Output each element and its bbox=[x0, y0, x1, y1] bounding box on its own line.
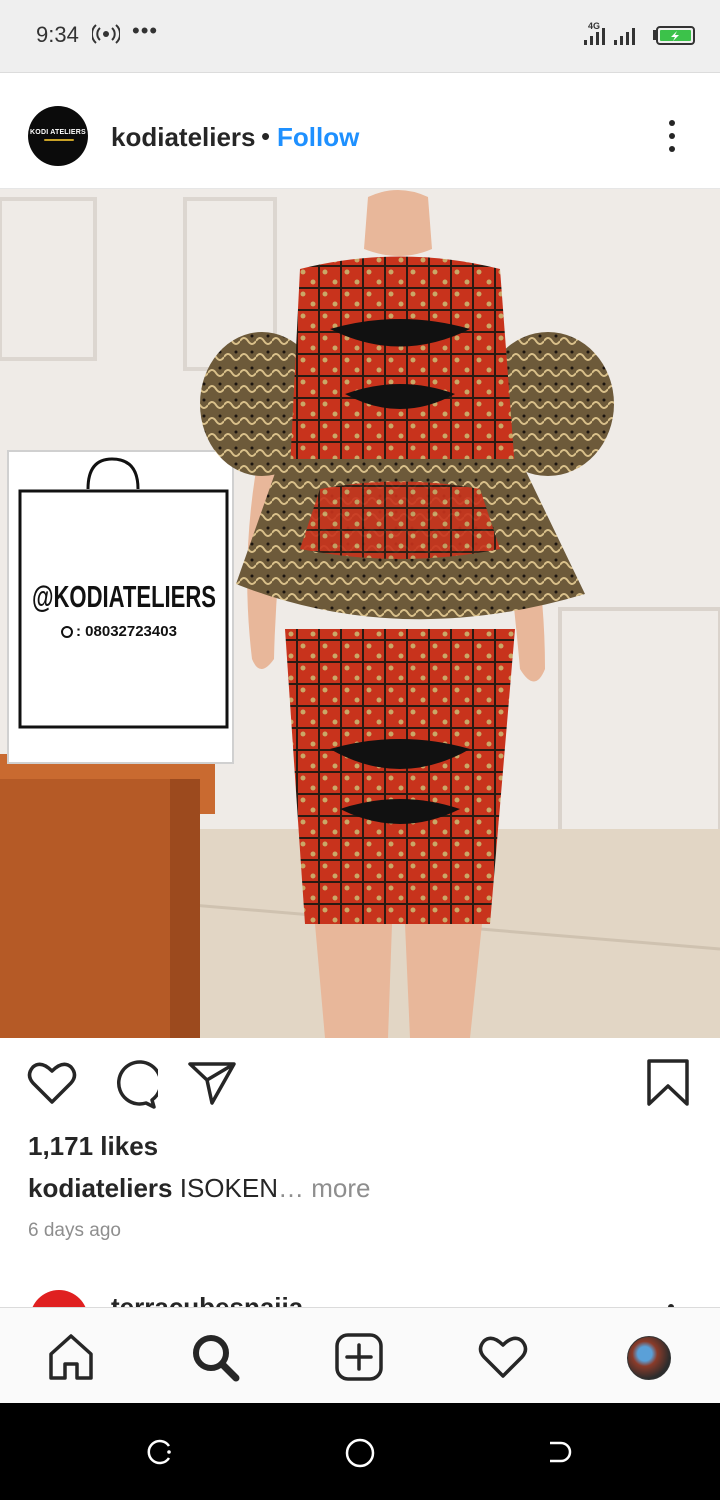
next-post-header: terracubesnaija bbox=[0, 1270, 720, 1307]
post-timestamp: 6 days ago bbox=[28, 1220, 121, 1241]
battery-icon bbox=[653, 26, 695, 45]
share-icon[interactable] bbox=[187, 1060, 237, 1106]
bag-phone-text: : 08032723403 bbox=[76, 623, 177, 640]
separator-dot: • bbox=[261, 121, 271, 151]
post-photo[interactable]: @KODIATELIERS : 08032723403 bbox=[0, 189, 720, 1038]
avatar-logo-underline bbox=[44, 139, 74, 141]
system-navigation-bar bbox=[0, 1403, 720, 1500]
post-actions bbox=[0, 1038, 720, 1128]
comment-icon[interactable] bbox=[108, 1060, 158, 1110]
signal-icon: 4G bbox=[584, 21, 635, 45]
next-post-username[interactable]: terracubesnaija bbox=[111, 1292, 303, 1307]
caption-username[interactable]: kodiateliers bbox=[28, 1173, 173, 1203]
bottom-navigation bbox=[0, 1307, 720, 1404]
likes-count[interactable]: 1,171 likes bbox=[28, 1131, 158, 1162]
network-label: 4G bbox=[588, 21, 600, 31]
more-options-icon[interactable] bbox=[660, 117, 684, 161]
post-author-avatar[interactable]: KODI ATELIERS bbox=[28, 106, 88, 166]
next-post-avatar[interactable] bbox=[30, 1290, 88, 1307]
activity-heart-icon[interactable] bbox=[478, 1332, 528, 1382]
back-icon[interactable] bbox=[547, 1437, 577, 1467]
avatar-logo-text: KODI ATELIERS bbox=[30, 129, 86, 136]
bookmark-icon[interactable] bbox=[645, 1058, 691, 1108]
profile-avatar[interactable] bbox=[627, 1336, 671, 1380]
status-bar: 9:34 ••• 4G bbox=[0, 0, 720, 73]
home-icon[interactable] bbox=[46, 1332, 96, 1382]
bag-brand-text: @KODIATELIERS bbox=[32, 579, 216, 614]
post-header: KODI ATELIERS kodiateliers • Follow bbox=[0, 73, 720, 189]
heart-icon[interactable] bbox=[27, 1060, 77, 1106]
add-post-icon[interactable] bbox=[334, 1332, 384, 1382]
home-circle-icon[interactable] bbox=[343, 1437, 377, 1469]
recents-icon[interactable] bbox=[145, 1437, 175, 1467]
radio-broadcast-icon bbox=[92, 24, 120, 44]
outfit-photo-illustration: @KODIATELIERS : 08032723403 bbox=[0, 189, 720, 1038]
follow-button[interactable]: Follow bbox=[277, 122, 359, 153]
caption-text: ISOKEN bbox=[172, 1173, 278, 1203]
overflow-notifications-icon: ••• bbox=[132, 18, 159, 43]
post-caption[interactable]: kodiateliers ISOKEN… more bbox=[28, 1173, 370, 1204]
post-username[interactable]: kodiateliers bbox=[111, 122, 256, 153]
status-time: 9:34 bbox=[36, 22, 79, 47]
caption-more-link[interactable]: … more bbox=[278, 1173, 370, 1203]
search-icon[interactable] bbox=[190, 1332, 240, 1382]
